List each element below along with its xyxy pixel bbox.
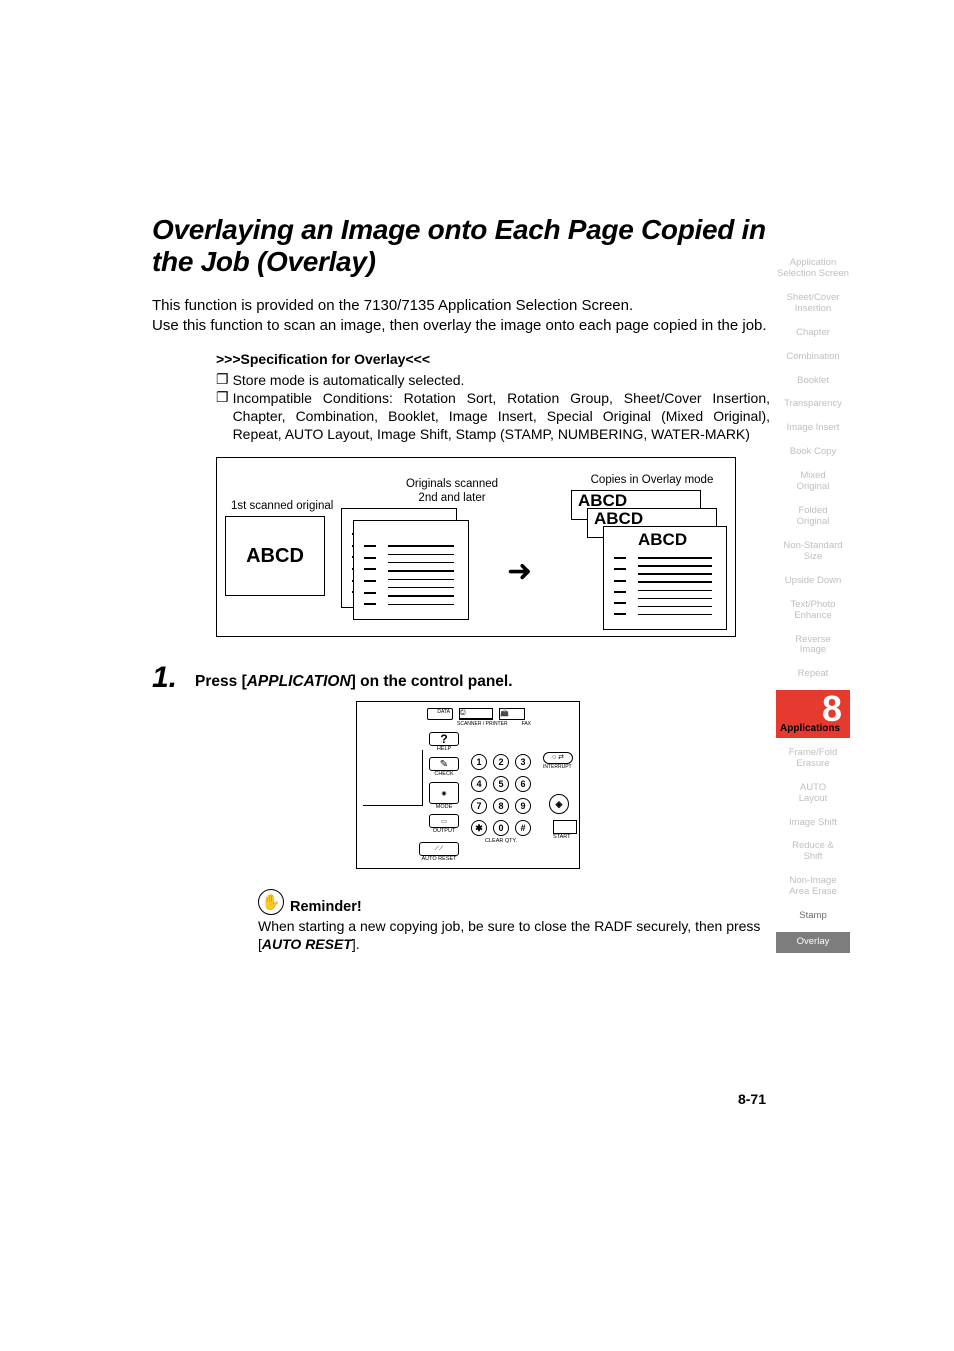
auto-reset-label: AUTO RESET [419, 856, 459, 862]
printer-icon: ⎙ [459, 708, 493, 720]
key-4[interactable]: 4 [471, 776, 487, 792]
nav-transparency[interactable]: Transparency [776, 396, 850, 413]
key-hash[interactable]: # [515, 820, 531, 836]
diagram-output-3: ABCD [603, 526, 727, 630]
interrupt-label: INTERRUPT [543, 764, 573, 770]
nav-frame-fold[interactable]: Frame/Fold Erasure [776, 745, 850, 773]
bullet-icon: ❐ [216, 389, 229, 444]
help-button[interactable]: ? [429, 732, 459, 746]
nav-app-selection[interactable]: Application Selection Screen [776, 255, 850, 283]
nav-non-image-area[interactable]: Non-Image Area Erase [776, 873, 850, 901]
nav-image-insert[interactable]: Image Insert [776, 420, 850, 437]
hand-icon: ✋ [258, 889, 284, 915]
step-text-suffix: ] on the control panel. [351, 673, 513, 690]
reminder-body-suffix: ]. [352, 936, 360, 952]
nav-folded-original[interactable]: Folded Original [776, 503, 850, 531]
nav-text-photo[interactable]: Text/Photo Enhance [776, 597, 850, 625]
fax-icon: 📠 [499, 708, 525, 720]
nav-overlay-current[interactable]: Overlay [776, 932, 850, 953]
mode-label: MODE [429, 804, 459, 810]
step-number: 1. [152, 663, 177, 693]
step-text: Press [APPLICATION] on the control panel… [195, 663, 513, 693]
key-0[interactable]: 0 [493, 820, 509, 836]
reminder-body: When starting a new copying job, be sure… [258, 917, 770, 953]
nav-sheet-cover[interactable]: Sheet/Cover Insertion [776, 290, 850, 318]
auto-reset-keyword: AUTO RESET [262, 936, 352, 952]
key-2[interactable]: 2 [493, 754, 509, 770]
key-6[interactable]: 6 [515, 776, 531, 792]
nav-combination[interactable]: Combination [776, 349, 850, 366]
nav-stamp[interactable]: Stamp [776, 908, 850, 925]
interrupt-button[interactable]: ○ ⇄ [543, 752, 573, 764]
nav-non-standard-size[interactable]: Non-Standard Size [776, 538, 850, 566]
data-indicator: DATA [427, 708, 453, 720]
page-title: Overlaying an Image onto Each Page Copie… [152, 214, 770, 278]
spec-item-1-text: Store mode is automatically selected. [233, 371, 770, 389]
output-label: OUTPUT [429, 828, 459, 834]
reminder-title: Reminder! [290, 899, 362, 915]
spec-item-1: ❐ Store mode is automatically selected. [216, 371, 770, 389]
abcd-text: ABCD [638, 530, 687, 550]
control-panel-illustration: DATA ⎙ 📠 SCANNER / PRINTER FAX ? HELP ✎ … [356, 701, 580, 869]
nav-repeat[interactable]: Repeat [776, 666, 850, 683]
auto-reset-button[interactable]: ⟋⟋ [419, 842, 459, 856]
fax-label: FAX [522, 721, 531, 727]
nav-chapter-marker: 8 Applications [776, 690, 850, 738]
arrow-icon: ➜ [507, 554, 532, 589]
help-label: HELP [429, 746, 459, 752]
scanner-printer-label: SCANNER / PRINTER [457, 721, 508, 727]
label-copies: Copies in Overlay mode [577, 474, 727, 486]
overlay-diagram: 1st scanned original Originals scanned 2… [216, 457, 736, 637]
label-1st-original: 1st scanned original [231, 500, 333, 512]
clear-qty-label: CLEAR QTY. [485, 838, 517, 844]
key-star[interactable]: ✱ [471, 820, 487, 836]
nav-upside-down[interactable]: Upside Down [776, 573, 850, 590]
nav-image-shift[interactable]: Image Shift [776, 815, 850, 832]
application-keyword: APPLICATION [247, 673, 351, 690]
bullet-icon: ❐ [216, 371, 229, 389]
key-1[interactable]: 1 [471, 754, 487, 770]
diagram-stack-front [353, 520, 469, 620]
key-8[interactable]: 8 [493, 798, 509, 814]
panel-screen [363, 750, 423, 806]
intro-text: This function is provided on the 7130/71… [152, 296, 770, 337]
nav-auto-layout[interactable]: AUTO Layout [776, 780, 850, 808]
step-text-prefix: Press [ [195, 673, 247, 690]
chapter-label: Applications [778, 723, 840, 734]
check-button[interactable]: ✎ [429, 757, 459, 771]
output-button[interactable]: ▭ [429, 814, 459, 828]
spec-item-2-text: Incompatible Conditions: Rotation Sort, … [233, 389, 770, 444]
key-9[interactable]: 9 [515, 798, 531, 814]
spec-item-2: ❐ Incompatible Conditions: Rotation Sort… [216, 389, 770, 444]
chapter-number: 8 [778, 694, 848, 725]
step-1: 1. Press [APPLICATION] on the control pa… [152, 663, 770, 693]
key-7[interactable]: 7 [471, 798, 487, 814]
start-label: START [553, 834, 577, 840]
mode-button[interactable]: ◉ [429, 782, 459, 804]
nav-mixed-original[interactable]: Mixed Original [776, 468, 850, 496]
key-5[interactable]: 5 [493, 776, 509, 792]
check-label: CHECK [429, 771, 459, 777]
nav-booklet[interactable]: Booklet [776, 373, 850, 390]
start-button[interactable] [553, 820, 577, 834]
nav-reverse-image[interactable]: Reverse Image [776, 632, 850, 660]
side-nav: Application Selection Screen Sheet/Cover… [776, 255, 850, 953]
reminder-block: ✋ Reminder! When starting a new copying … [258, 889, 770, 953]
key-3[interactable]: 3 [515, 754, 531, 770]
page-number: 8-71 [738, 1091, 766, 1107]
stop-button[interactable]: ◈ [549, 794, 569, 814]
abcd-text: ABCD [246, 545, 304, 568]
nav-reduce-shift[interactable]: Reduce & Shift [776, 838, 850, 866]
spec-heading: >>>Specification for Overlay<<< [216, 351, 770, 367]
label-scanned: Originals scanned 2nd and later [392, 478, 512, 506]
nav-chapter[interactable]: Chapter [776, 325, 850, 342]
spec-block: >>>Specification for Overlay<<< ❐ Store … [216, 351, 770, 444]
nav-book-copy[interactable]: Book Copy [776, 444, 850, 461]
diagram-original-sheet: ABCD [225, 516, 325, 596]
